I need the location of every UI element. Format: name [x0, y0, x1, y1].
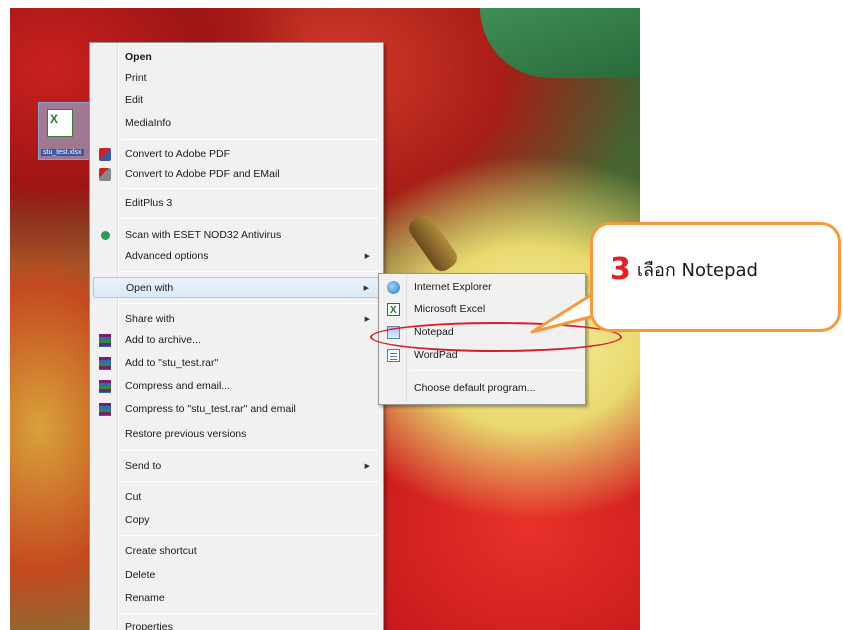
submenu-separator — [411, 370, 581, 371]
menu-item-rename[interactable]: Rename — [93, 588, 380, 609]
menu-item-properties[interactable]: Properties — [93, 617, 380, 630]
menu-item-compress-to-rar-email[interactable]: Compress to "stu_test.rar" and email — [93, 399, 380, 420]
submenu-arrow-icon: ▶ — [364, 316, 370, 323]
menu-separator — [122, 218, 379, 219]
menu-item-convert-to-pdf-email[interactable]: Convert to Adobe PDF and EMail — [93, 164, 380, 185]
menu-item-edit[interactable]: Edit — [93, 90, 380, 111]
submenu-item-label: Microsoft Excel — [414, 303, 486, 315]
excel-file-icon — [47, 109, 73, 137]
callout-text: 3 เลือก Notepad — [610, 252, 758, 287]
menu-item-label: Copy — [125, 514, 150, 526]
excel-icon — [387, 300, 400, 321]
menu-item-convert-to-pdf[interactable]: Convert to Adobe PDF — [93, 144, 380, 165]
winrar-icon — [99, 403, 111, 416]
menu-item-label: Restore previous versions — [125, 428, 247, 440]
menu-separator — [122, 450, 379, 451]
menu-item-label: Convert to Adobe PDF and EMail — [125, 168, 280, 180]
menu-item-label: Add to archive... — [125, 334, 201, 346]
menu-item-label: Rename — [125, 592, 165, 604]
menu-item-label: Print — [125, 72, 147, 84]
step-number: 3 — [610, 252, 631, 287]
eset-icon — [101, 231, 110, 240]
menu-separator — [122, 188, 379, 189]
menu-item-label: Open with — [126, 282, 174, 294]
menu-item-print[interactable]: Print — [93, 68, 380, 89]
menu-item-delete[interactable]: Delete — [93, 565, 380, 586]
adobe-pdf-email-icon — [99, 168, 111, 181]
adobe-pdf-icon — [99, 148, 111, 161]
menu-item-add-to-archive[interactable]: Add to archive... — [93, 330, 380, 351]
submenu-item-label: Choose default program... — [414, 382, 536, 394]
winrar-icon — [99, 357, 111, 370]
menu-separator — [122, 613, 379, 614]
menu-item-label: Create shortcut — [125, 545, 197, 557]
menu-item-send-to[interactable]: Send to ▶ — [93, 456, 380, 477]
submenu-item-internet-explorer[interactable]: Internet Explorer — [382, 277, 582, 298]
file-caption: stu_test.xlsx — [41, 149, 84, 156]
menu-item-restore-previous-versions[interactable]: Restore previous versions — [93, 424, 380, 445]
submenu-arrow-icon: ▶ — [364, 463, 370, 470]
menu-item-label: MediaInfo — [125, 117, 172, 129]
menu-item-add-to-rar[interactable]: Add to "stu_test.rar" — [93, 353, 380, 374]
menu-item-label: Open — [125, 51, 152, 63]
menu-item-editplus[interactable]: EditPlus 3 — [93, 193, 380, 214]
menu-item-label: Compress and email... — [125, 380, 231, 392]
menu-separator — [122, 303, 379, 304]
submenu-arrow-icon: ▶ — [364, 253, 370, 260]
internet-explorer-icon — [387, 281, 400, 294]
step-instruction: เลือก Notepad — [636, 260, 758, 281]
menu-item-cut[interactable]: Cut — [93, 487, 380, 508]
submenu-item-microsoft-excel[interactable]: Microsoft Excel — [382, 299, 582, 321]
menu-separator — [122, 271, 379, 272]
menu-item-eset-scan[interactable]: Scan with ESET NOD32 Antivirus — [93, 225, 380, 246]
wallpaper-apple-stem — [405, 210, 461, 276]
submenu-item-label: Internet Explorer — [414, 281, 492, 293]
menu-item-open-with[interactable]: Open with ▶ — [93, 277, 380, 298]
menu-item-mediainfo[interactable]: MediaInfo — [93, 113, 380, 134]
menu-separator — [122, 139, 379, 140]
wordpad-icon — [387, 349, 400, 362]
menu-item-label: Add to "stu_test.rar" — [125, 357, 219, 369]
menu-separator — [122, 535, 379, 536]
menu-item-create-shortcut[interactable]: Create shortcut — [93, 541, 380, 562]
menu-item-label: Send to — [125, 460, 162, 472]
notepad-highlight-ellipse — [370, 322, 622, 352]
winrar-icon — [99, 380, 111, 393]
menu-item-label: Advanced options — [125, 250, 209, 262]
submenu-item-choose-default-program[interactable]: Choose default program... — [382, 378, 582, 399]
menu-item-label: Delete — [125, 569, 156, 581]
menu-item-label: Convert to Adobe PDF — [125, 148, 231, 160]
menu-item-compress-and-email[interactable]: Compress and email... — [93, 376, 380, 397]
menu-item-label: Share with — [125, 313, 175, 325]
menu-item-open[interactable]: Open — [93, 47, 380, 68]
menu-separator — [122, 481, 379, 482]
menu-item-label: Properties — [125, 621, 173, 630]
menu-item-label: Compress to "stu_test.rar" and email — [125, 403, 296, 415]
menu-item-label: Cut — [125, 491, 142, 503]
submenu-arrow-icon: ▶ — [363, 285, 369, 292]
menu-item-share-with[interactable]: Share with ▶ — [93, 309, 380, 330]
menu-item-copy[interactable]: Copy — [93, 510, 380, 531]
wallpaper-leaf — [480, 8, 640, 78]
menu-item-label: EditPlus 3 — [125, 197, 173, 209]
context-menu: Open Print Edit MediaInfo Convert to Ado… — [89, 42, 384, 630]
menu-item-advanced-options[interactable]: Advanced options ▶ — [93, 246, 380, 267]
menu-item-label: Scan with ESET NOD32 Antivirus — [125, 229, 282, 241]
menu-item-label: Edit — [125, 94, 144, 106]
winrar-icon — [99, 334, 111, 347]
